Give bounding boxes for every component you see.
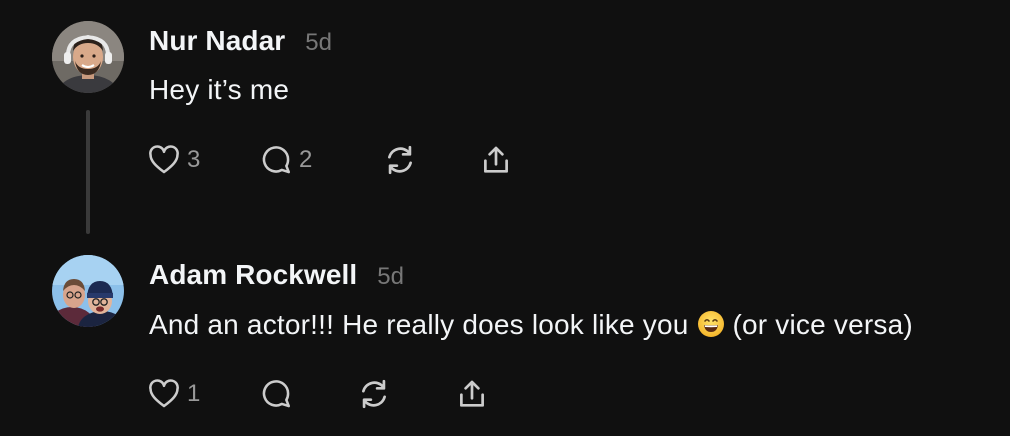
heart-icon xyxy=(149,145,179,174)
reply-button[interactable]: 2 xyxy=(259,140,312,180)
like-count: 1 xyxy=(187,380,201,407)
thread-connector-line xyxy=(86,110,90,234)
share-button[interactable] xyxy=(455,374,489,414)
post-text-part: And an actor!!! He really does look like… xyxy=(149,309,689,340)
heart-icon xyxy=(149,379,179,408)
share-button[interactable] xyxy=(479,140,513,180)
thread-view: Nur Nadar 5d Hey it’s me 3 2 Adam Rockwe… xyxy=(0,0,1010,436)
comment-icon xyxy=(262,380,291,408)
timestamp[interactable]: 5d xyxy=(305,29,332,57)
repost-icon xyxy=(388,145,412,175)
share-icon xyxy=(460,380,484,407)
like-button[interactable]: 3 xyxy=(147,140,200,180)
comment-icon xyxy=(262,146,291,174)
post-header: Adam Rockwell 5d xyxy=(149,259,404,291)
post-header: Nur Nadar 5d xyxy=(149,25,332,57)
avatar[interactable] xyxy=(52,255,124,327)
username[interactable]: Adam Rockwell xyxy=(149,259,357,291)
share-icon xyxy=(484,146,508,173)
repost-icon xyxy=(362,379,386,409)
post-text: Hey it’s me xyxy=(149,74,290,105)
post-text: And an actor!!! He really does look like… xyxy=(149,309,913,341)
post-text-part: (or vice versa) xyxy=(732,309,913,340)
like-count: 3 xyxy=(187,146,201,173)
reply-button[interactable] xyxy=(259,374,299,414)
avatar[interactable] xyxy=(52,21,124,93)
repost-button[interactable] xyxy=(357,374,391,414)
like-button[interactable]: 1 xyxy=(147,374,200,414)
grinning-face-emoji xyxy=(697,310,725,338)
reply-count: 2 xyxy=(299,146,313,173)
timestamp[interactable]: 5d xyxy=(377,263,404,291)
repost-button[interactable] xyxy=(383,140,417,180)
username[interactable]: Nur Nadar xyxy=(149,25,285,57)
